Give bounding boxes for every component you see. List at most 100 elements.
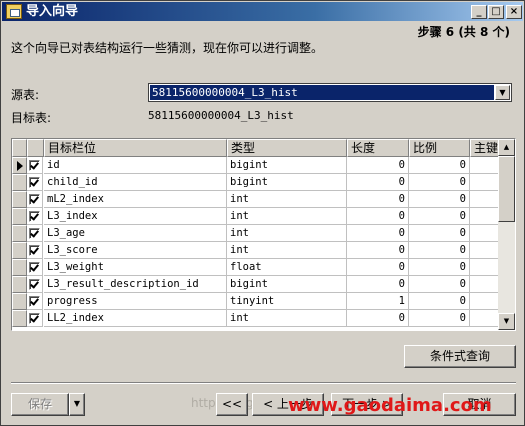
column-header-length[interactable]: 长度	[347, 139, 409, 157]
cell-type[interactable]: int	[227, 242, 347, 259]
cell-scale[interactable]: 0	[409, 208, 470, 225]
cell-length[interactable]: 0	[347, 225, 409, 242]
column-header-target-field[interactable]: 目标栏位	[44, 139, 227, 157]
cell-primary-key[interactable]	[470, 208, 499, 225]
include-field-checkbox[interactable]	[29, 228, 40, 239]
include-field-checkbox[interactable]	[29, 177, 40, 188]
cell-length[interactable]: 0	[347, 242, 409, 259]
cell-length[interactable]: 0	[347, 259, 409, 276]
scroll-thumb[interactable]	[498, 156, 515, 222]
cell-type[interactable]: bigint	[227, 174, 347, 191]
cell-type[interactable]: tinyint	[227, 293, 347, 310]
cell-type[interactable]: int	[227, 208, 347, 225]
cell-target-field[interactable]: LL2_index	[44, 310, 227, 327]
table-row[interactable]: L3_result_description_id bigint 0 0	[12, 276, 499, 293]
column-header-primary-key[interactable]: 主键	[470, 139, 499, 157]
row-header[interactable]	[12, 174, 27, 191]
save-button[interactable]: 保存	[11, 393, 69, 416]
scroll-up-icon[interactable]: ▲	[498, 139, 515, 156]
cell-primary-key[interactable]	[470, 259, 499, 276]
dropdown-arrow-icon[interactable]: ▼	[495, 85, 510, 100]
cell-length[interactable]: 0	[347, 208, 409, 225]
cell-primary-key[interactable]	[470, 157, 499, 174]
cell-primary-key[interactable]	[470, 310, 499, 327]
table-row[interactable]: L3_score int 0 0	[12, 242, 499, 259]
table-row[interactable]: LL2_index int 0 0	[12, 310, 499, 327]
close-button[interactable]: ×	[506, 5, 522, 19]
include-field-checkbox[interactable]	[29, 211, 40, 222]
cell-length[interactable]: 0	[347, 174, 409, 191]
cell-scale[interactable]: 0	[409, 174, 470, 191]
cell-type[interactable]: int	[227, 225, 347, 242]
row-header[interactable]	[12, 293, 27, 310]
cell-scale[interactable]: 0	[409, 276, 470, 293]
row-header[interactable]	[12, 310, 27, 327]
save-dropdown-arrow-icon[interactable]: ▼	[69, 393, 85, 416]
table-row[interactable]: child_id bigint 0 0	[12, 174, 499, 191]
include-field-checkbox[interactable]	[29, 160, 40, 171]
cell-type[interactable]: int	[227, 191, 347, 208]
cell-type[interactable]: bigint	[227, 276, 347, 293]
cell-scale[interactable]: 0	[409, 157, 470, 174]
row-header[interactable]	[12, 208, 27, 225]
cell-scale[interactable]: 0	[409, 293, 470, 310]
table-row[interactable]: L3_weight float 0 0	[12, 259, 499, 276]
include-field-checkbox[interactable]	[29, 279, 40, 290]
cell-type[interactable]: int	[227, 310, 347, 327]
include-field-checkbox[interactable]	[29, 194, 40, 205]
cell-scale[interactable]: 0	[409, 310, 470, 327]
row-header[interactable]	[12, 276, 27, 293]
cell-type[interactable]: float	[227, 259, 347, 276]
cell-target-field[interactable]: id	[44, 157, 227, 174]
title-bar[interactable]: 导入向导 _ □ ×	[2, 2, 523, 21]
cell-length[interactable]: 1	[347, 293, 409, 310]
table-row[interactable]: mL2_index int 0 0	[12, 191, 499, 208]
row-header[interactable]	[12, 191, 27, 208]
grid-vertical-scrollbar[interactable]: ▲ ▼	[498, 139, 515, 330]
column-header-scale[interactable]: 比例	[409, 139, 470, 157]
cell-primary-key[interactable]	[470, 242, 499, 259]
row-header[interactable]	[12, 225, 27, 242]
include-field-checkbox[interactable]	[29, 296, 40, 307]
row-header[interactable]	[12, 259, 27, 276]
maximize-button[interactable]: □	[488, 5, 504, 19]
table-row[interactable]: progress tinyint 1 0	[12, 293, 499, 310]
include-field-checkbox[interactable]	[29, 245, 40, 256]
condition-query-button[interactable]: 条件式查询	[404, 345, 516, 368]
cell-target-field[interactable]: L3_weight	[44, 259, 227, 276]
cell-target-field[interactable]: progress	[44, 293, 227, 310]
include-field-checkbox[interactable]	[29, 262, 40, 273]
cell-scale[interactable]: 0	[409, 242, 470, 259]
row-header[interactable]	[12, 242, 27, 259]
cell-type[interactable]: bigint	[227, 157, 347, 174]
cell-target-field[interactable]: L3_score	[44, 242, 227, 259]
cell-length[interactable]: 0	[347, 276, 409, 293]
include-field-checkbox[interactable]	[29, 313, 40, 324]
table-row[interactable]: id bigint 0 0	[12, 157, 499, 174]
column-header-type[interactable]: 类型	[227, 139, 347, 157]
table-row[interactable]: L3_index int 0 0	[12, 208, 499, 225]
source-table-select[interactable]: 58115600000004_L3_hist ▼	[148, 83, 512, 102]
cell-primary-key[interactable]	[470, 276, 499, 293]
cell-primary-key[interactable]	[470, 174, 499, 191]
cell-length[interactable]: 0	[347, 310, 409, 327]
cell-target-field[interactable]: L3_index	[44, 208, 227, 225]
cell-scale[interactable]: 0	[409, 191, 470, 208]
cell-scale[interactable]: 0	[409, 225, 470, 242]
scroll-down-icon[interactable]: ▼	[498, 313, 515, 330]
cell-target-field[interactable]: child_id	[44, 174, 227, 191]
cell-primary-key[interactable]	[470, 191, 499, 208]
cell-scale[interactable]: 0	[409, 259, 470, 276]
current-row-indicator-icon[interactable]	[12, 157, 27, 174]
source-table-value: 58115600000004_L3_hist	[150, 85, 494, 100]
cell-length[interactable]: 0	[347, 157, 409, 174]
minimize-button[interactable]: _	[471, 5, 487, 19]
first-step-button[interactable]: <<	[216, 393, 248, 416]
table-row[interactable]: L3_age int 0 0	[12, 225, 499, 242]
cell-target-field[interactable]: L3_result_description_id	[44, 276, 227, 293]
cell-target-field[interactable]: L3_age	[44, 225, 227, 242]
cell-primary-key[interactable]	[470, 225, 499, 242]
cell-length[interactable]: 0	[347, 191, 409, 208]
cell-primary-key[interactable]	[470, 293, 499, 310]
cell-target-field[interactable]: mL2_index	[44, 191, 227, 208]
